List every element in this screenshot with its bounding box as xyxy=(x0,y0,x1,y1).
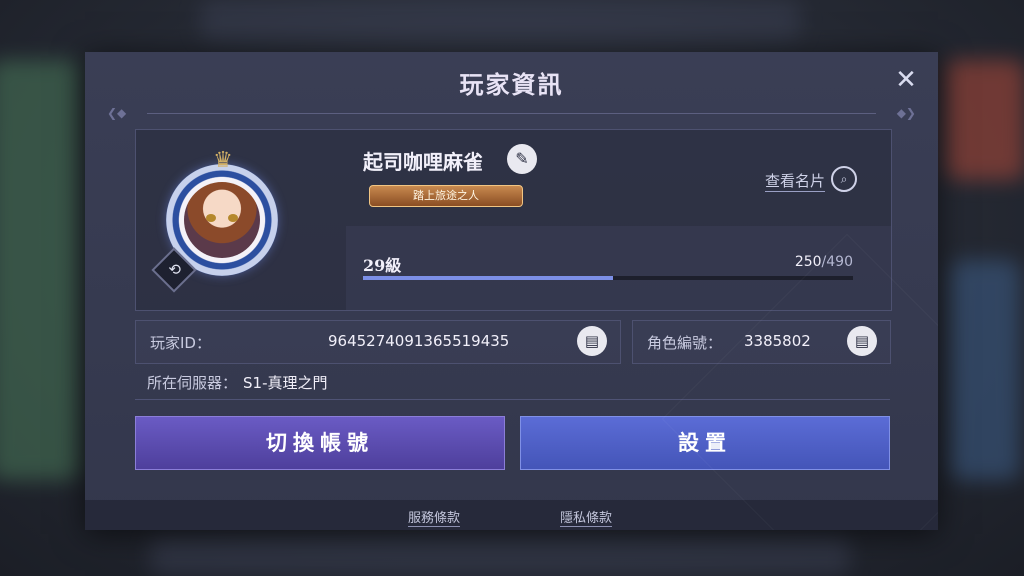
ornament-left: ❮◆ xyxy=(107,106,127,120)
exp-readout: 250/490 xyxy=(795,254,853,270)
copy-icon: ▤ xyxy=(854,332,870,350)
switch-account-button[interactable]: 切換帳號 xyxy=(135,416,505,470)
character-id-value: 3385802 xyxy=(744,332,811,350)
title-ornament: ❮◆ ◆❯ xyxy=(107,107,916,119)
player-id-value: 9645274091365519435 xyxy=(328,332,510,350)
settings-button[interactable]: 設置 xyxy=(520,416,890,470)
background-blob xyxy=(0,60,80,480)
divider xyxy=(135,399,890,400)
close-icon[interactable]: ✕ xyxy=(892,66,920,94)
copy-icon: ▤ xyxy=(584,332,600,350)
terms-of-service-link[interactable]: 服務條款 xyxy=(408,507,461,527)
crest-icon: ♛ xyxy=(213,148,233,173)
avatar-portrait xyxy=(184,182,260,258)
background-blob xyxy=(200,0,800,40)
privacy-policy-link[interactable]: 隱私條款 xyxy=(560,507,613,527)
player-id-label: 玩家ID： xyxy=(150,334,211,352)
pencil-icon: ✎ xyxy=(515,149,529,168)
background-blob xyxy=(150,535,850,575)
exp-max: 490 xyxy=(826,254,853,270)
player-level: 29級 xyxy=(363,256,402,275)
ornament-right: ◆❯ xyxy=(896,106,916,120)
character-id-box: 角色編號： 3385802 ▤ xyxy=(632,320,891,364)
exp-progress-fill xyxy=(363,276,613,280)
avatar[interactable]: ♛ ⟲ xyxy=(151,144,288,293)
exp-progress-bar xyxy=(363,276,853,280)
edit-name-button[interactable]: ✎ xyxy=(507,144,537,174)
copy-character-id-button[interactable]: ▤ xyxy=(847,326,877,356)
background-blob xyxy=(950,260,1020,480)
background-blob xyxy=(945,60,1024,180)
player-info-dialog: 玩家資訊 ✕ ❮◆ ◆❯ ♛ ⟲ 起司咖哩麻雀 ✎ 踏上旅途之人 查看名片 ⌕ … xyxy=(85,52,938,530)
server-row: 所在伺服器： S1-真理之門 xyxy=(147,372,328,393)
server-label: 所在伺服器： xyxy=(147,374,238,392)
player-name: 起司咖哩麻雀 xyxy=(363,150,483,174)
character-id-label: 角色編號： xyxy=(647,334,723,352)
server-value: S1-真理之門 xyxy=(243,374,328,392)
exp-separator: / xyxy=(821,254,827,270)
exp-current: 250 xyxy=(794,254,822,270)
player-title-badge: 踏上旅途之人 xyxy=(369,185,523,207)
swap-icon: ⟲ xyxy=(168,260,181,279)
player-id-box: 玩家ID： 9645274091365519435 ▤ xyxy=(135,320,621,364)
ornament-line xyxy=(147,113,876,114)
eye-icon xyxy=(206,214,216,222)
footer-bar: 服務條款 隱私條款 xyxy=(85,500,938,530)
profile-card: ♛ ⟲ 起司咖哩麻雀 ✎ 踏上旅途之人 查看名片 ⌕ 29級 250/490 xyxy=(135,129,892,311)
copy-player-id-button[interactable]: ▤ xyxy=(577,326,607,356)
search-icon[interactable]: ⌕ xyxy=(831,166,857,192)
view-card-link[interactable]: 查看名片 xyxy=(764,170,825,192)
eye-icon xyxy=(228,214,238,222)
dialog-title: 玩家資訊 xyxy=(459,70,564,99)
